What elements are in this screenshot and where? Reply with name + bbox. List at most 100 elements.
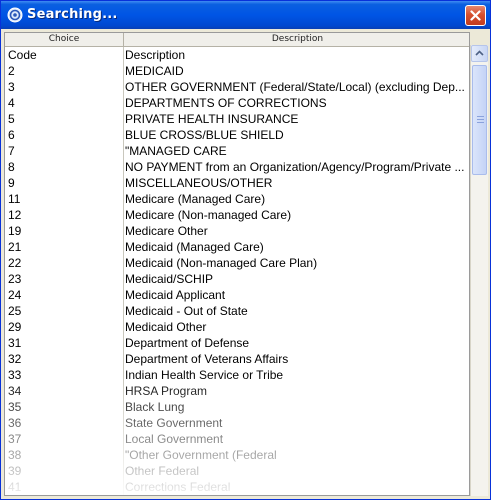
choice-cell: 12 — [8, 208, 22, 222]
list-item[interactable]: 33 Indian Health Service or Tribe — [5, 367, 469, 383]
list-item[interactable]: 8 NO PAYMENT from an Organization/Agency/… — [5, 159, 469, 175]
description-cell: Medicare (Managed Care) — [125, 192, 266, 206]
list-item[interactable]: 11 Medicare (Managed Care) — [5, 191, 469, 207]
list-item[interactable]: 21 Medicaid (Managed Care) — [5, 239, 469, 255]
thumb-grip — [477, 116, 484, 117]
description-cell: "Other Government (Federal — [125, 448, 277, 462]
list-item[interactable]: 6 BLUE CROSS/BLUE SHIELD — [5, 127, 469, 143]
list-item[interactable]: Code Description — [5, 47, 469, 63]
choice-cell: 19 — [8, 224, 22, 238]
choice-cell: Code — [8, 48, 37, 62]
column-header-choice[interactable]: Choice — [5, 33, 124, 46]
list-rows: Code Description 2 MEDICAID 3 OTHER GOVERNMEN… — [5, 47, 469, 495]
choice-cell: 23 — [8, 272, 22, 286]
search-window: Searching... Choice Description Code Desc… — [0, 0, 491, 500]
list-header: Choice Description — [5, 33, 469, 47]
choice-cell: 5 — [8, 112, 15, 126]
thumb-grip — [477, 119, 484, 120]
choice-cell: 3 — [8, 80, 15, 94]
description-cell: Department of Veterans Affairs — [125, 352, 289, 366]
choice-cell: 32 — [8, 352, 22, 366]
description-cell: Medicaid Applicant — [125, 288, 226, 302]
choice-cell: 39 — [8, 464, 22, 478]
description-cell: Medicare (Non-managed Care) — [125, 208, 292, 222]
description-cell: Description — [125, 48, 186, 62]
choice-cell: 2 — [8, 64, 15, 78]
app-search-icon — [7, 7, 23, 23]
scroll-up-button[interactable] — [471, 45, 488, 62]
scroll-thumb[interactable] — [472, 65, 487, 175]
description-cell: PRIVATE HEALTH INSURANCE — [125, 112, 299, 126]
choice-cell: 33 — [8, 368, 22, 382]
close-icon — [470, 10, 481, 21]
description-cell: Local Government — [125, 432, 224, 446]
description-cell: Department of Defense — [125, 336, 250, 350]
description-cell: BLUE CROSS/BLUE SHIELD — [125, 128, 284, 142]
description-cell: Medicaid (Managed Care) — [125, 240, 264, 254]
choice-cell: 29 — [8, 320, 22, 334]
list-item[interactable]: 5 PRIVATE HEALTH INSURANCE — [5, 111, 469, 127]
description-cell: HRSA Program — [125, 384, 208, 398]
choice-cell: 7 — [8, 144, 15, 158]
list-item[interactable]: 24 Medicaid Applicant — [5, 287, 469, 303]
list-item[interactable]: 7 "MANAGED CARE — [5, 143, 469, 159]
thumb-grip — [477, 122, 484, 123]
description-cell: "MANAGED CARE — [125, 144, 227, 158]
vertical-scrollbar[interactable] — [470, 45, 488, 496]
results-list[interactable]: Choice Description Code Description 2 MEDIC… — [4, 32, 470, 496]
choice-cell: 11 — [8, 192, 21, 206]
list-item[interactable]: 29 Medicaid Other — [5, 319, 469, 335]
description-cell: MEDICAID — [125, 64, 184, 78]
list-item[interactable]: 2 MEDICAID — [5, 63, 469, 79]
list-item[interactable]: 41 Corrections Federal — [5, 479, 469, 495]
choice-cell: 41 — [8, 480, 22, 494]
list-item[interactable]: 31 Department of Defense — [5, 335, 469, 351]
list-item[interactable]: 37 Local Government — [5, 431, 469, 447]
description-cell: NO PAYMENT from an Organization/Agency/P… — [125, 160, 465, 174]
description-cell: Medicaid Other — [125, 320, 207, 334]
list-item[interactable]: 32 Department of Veterans Affairs — [5, 351, 469, 367]
list-item[interactable]: 22 Medicaid (Non-managed Care Plan) — [5, 255, 469, 271]
choice-cell: 25 — [8, 304, 22, 318]
choice-cell: 22 — [8, 256, 22, 270]
list-item[interactable]: 9 MISCELLANEOUS/OTHER — [5, 175, 469, 191]
description-cell: Medicaid/SCHIP — [125, 272, 214, 286]
list-item[interactable]: 36 State Government — [5, 415, 469, 431]
description-cell: Medicare Other — [125, 224, 208, 238]
list-item[interactable]: 4 DEPARTMENTS OF CORRECTIONS — [5, 95, 469, 111]
list-item[interactable]: 39 Other Federal — [5, 463, 469, 479]
list-item[interactable]: 34 HRSA Program — [5, 383, 469, 399]
description-cell: Corrections Federal — [125, 480, 231, 494]
choice-cell: 35 — [8, 400, 22, 414]
list-item[interactable]: 12 Medicare (Non-managed Care) — [5, 207, 469, 223]
choice-cell: 8 — [8, 160, 15, 174]
description-cell: Other Federal — [125, 464, 200, 478]
list-item[interactable]: 3 OTHER GOVERNMENT (Federal/State/Local) … — [5, 79, 469, 95]
column-header-description[interactable]: Description — [124, 33, 469, 46]
description-cell: Black Lung — [125, 400, 185, 414]
chevron-up-icon — [475, 50, 484, 56]
description-cell: Medicaid (Non-managed Care Plan) — [125, 256, 318, 270]
window-title: Searching... — [27, 7, 118, 22]
close-button[interactable] — [465, 5, 486, 26]
list-item[interactable]: 35 Black Lung — [5, 399, 469, 415]
description-cell: State Government — [125, 416, 223, 430]
description-cell: OTHER GOVERNMENT (Federal/State/Local) (… — [125, 80, 465, 94]
description-cell: Medicaid - Out of State — [125, 304, 248, 318]
list-item[interactable]: 19 Medicare Other — [5, 223, 469, 239]
choice-cell: 34 — [8, 384, 22, 398]
list-item[interactable]: 25 Medicaid - Out of State — [5, 303, 469, 319]
choice-cell: 24 — [8, 288, 22, 302]
description-cell: DEPARTMENTS OF CORRECTIONS — [125, 96, 327, 110]
title-bar[interactable]: Searching... — [1, 1, 490, 29]
description-cell: Indian Health Service or Tribe — [125, 368, 284, 382]
choice-cell: 4 — [8, 96, 15, 110]
choice-cell: 31 — [8, 336, 22, 350]
choice-cell: 36 — [8, 416, 22, 430]
list-item[interactable]: 23 Medicaid/SCHIP — [5, 271, 469, 287]
choice-cell: 6 — [8, 128, 15, 142]
list-item[interactable]: 38 "Other Government (Federal — [5, 447, 469, 463]
choice-cell: 9 — [8, 176, 15, 190]
choice-cell: 38 — [8, 448, 22, 462]
choice-cell: 37 — [8, 432, 22, 446]
